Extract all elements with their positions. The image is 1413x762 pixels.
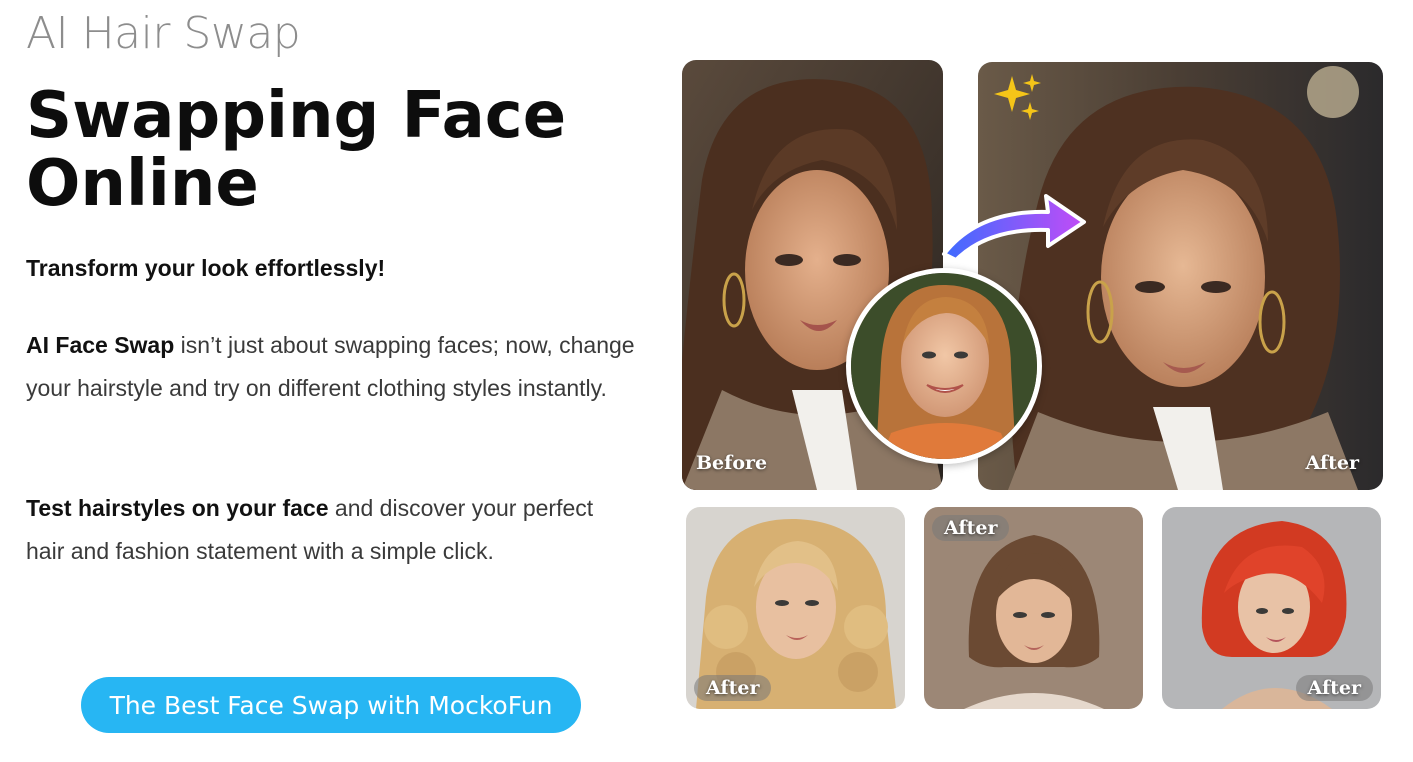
page: AI Hair Swap Swapping Face Online Transf… xyxy=(0,0,1413,762)
paragraph-hairstyles: Test hairstyles on your face and discove… xyxy=(26,487,636,573)
arrow-right-icon xyxy=(942,194,1086,262)
source-portrait-graphic xyxy=(851,273,1037,459)
subheading: Transform your look effortlessly! xyxy=(26,255,386,281)
after-label: After xyxy=(1305,452,1359,474)
eyebrow-title: AI Hair Swap xyxy=(26,8,301,59)
hairstyle-thumbnail-bob: After xyxy=(924,507,1143,709)
hairstyle-thumbnail-red: After xyxy=(1162,507,1381,709)
source-face-image xyxy=(846,268,1042,464)
thumbnail-3-label: After xyxy=(1295,675,1373,701)
thumbnail-1-label: After xyxy=(694,675,772,701)
paragraph-face-swap-bold: AI Face Swap xyxy=(26,332,175,358)
paragraph-face-swap: AI Face Swap isn’t just about swapping f… xyxy=(26,324,636,410)
thumbnail-2-label: After xyxy=(932,515,1010,541)
before-label: Before xyxy=(696,452,768,474)
sparkle-icon xyxy=(994,74,1041,120)
cta-button[interactable]: The Best Face Swap with MockoFun xyxy=(81,677,581,733)
hairstyle-thumbnail-curls: After xyxy=(686,507,905,709)
paragraph-hairstyles-bold: Test hairstyles on your face xyxy=(26,495,329,521)
page-title: Swapping Face Online xyxy=(26,79,567,221)
